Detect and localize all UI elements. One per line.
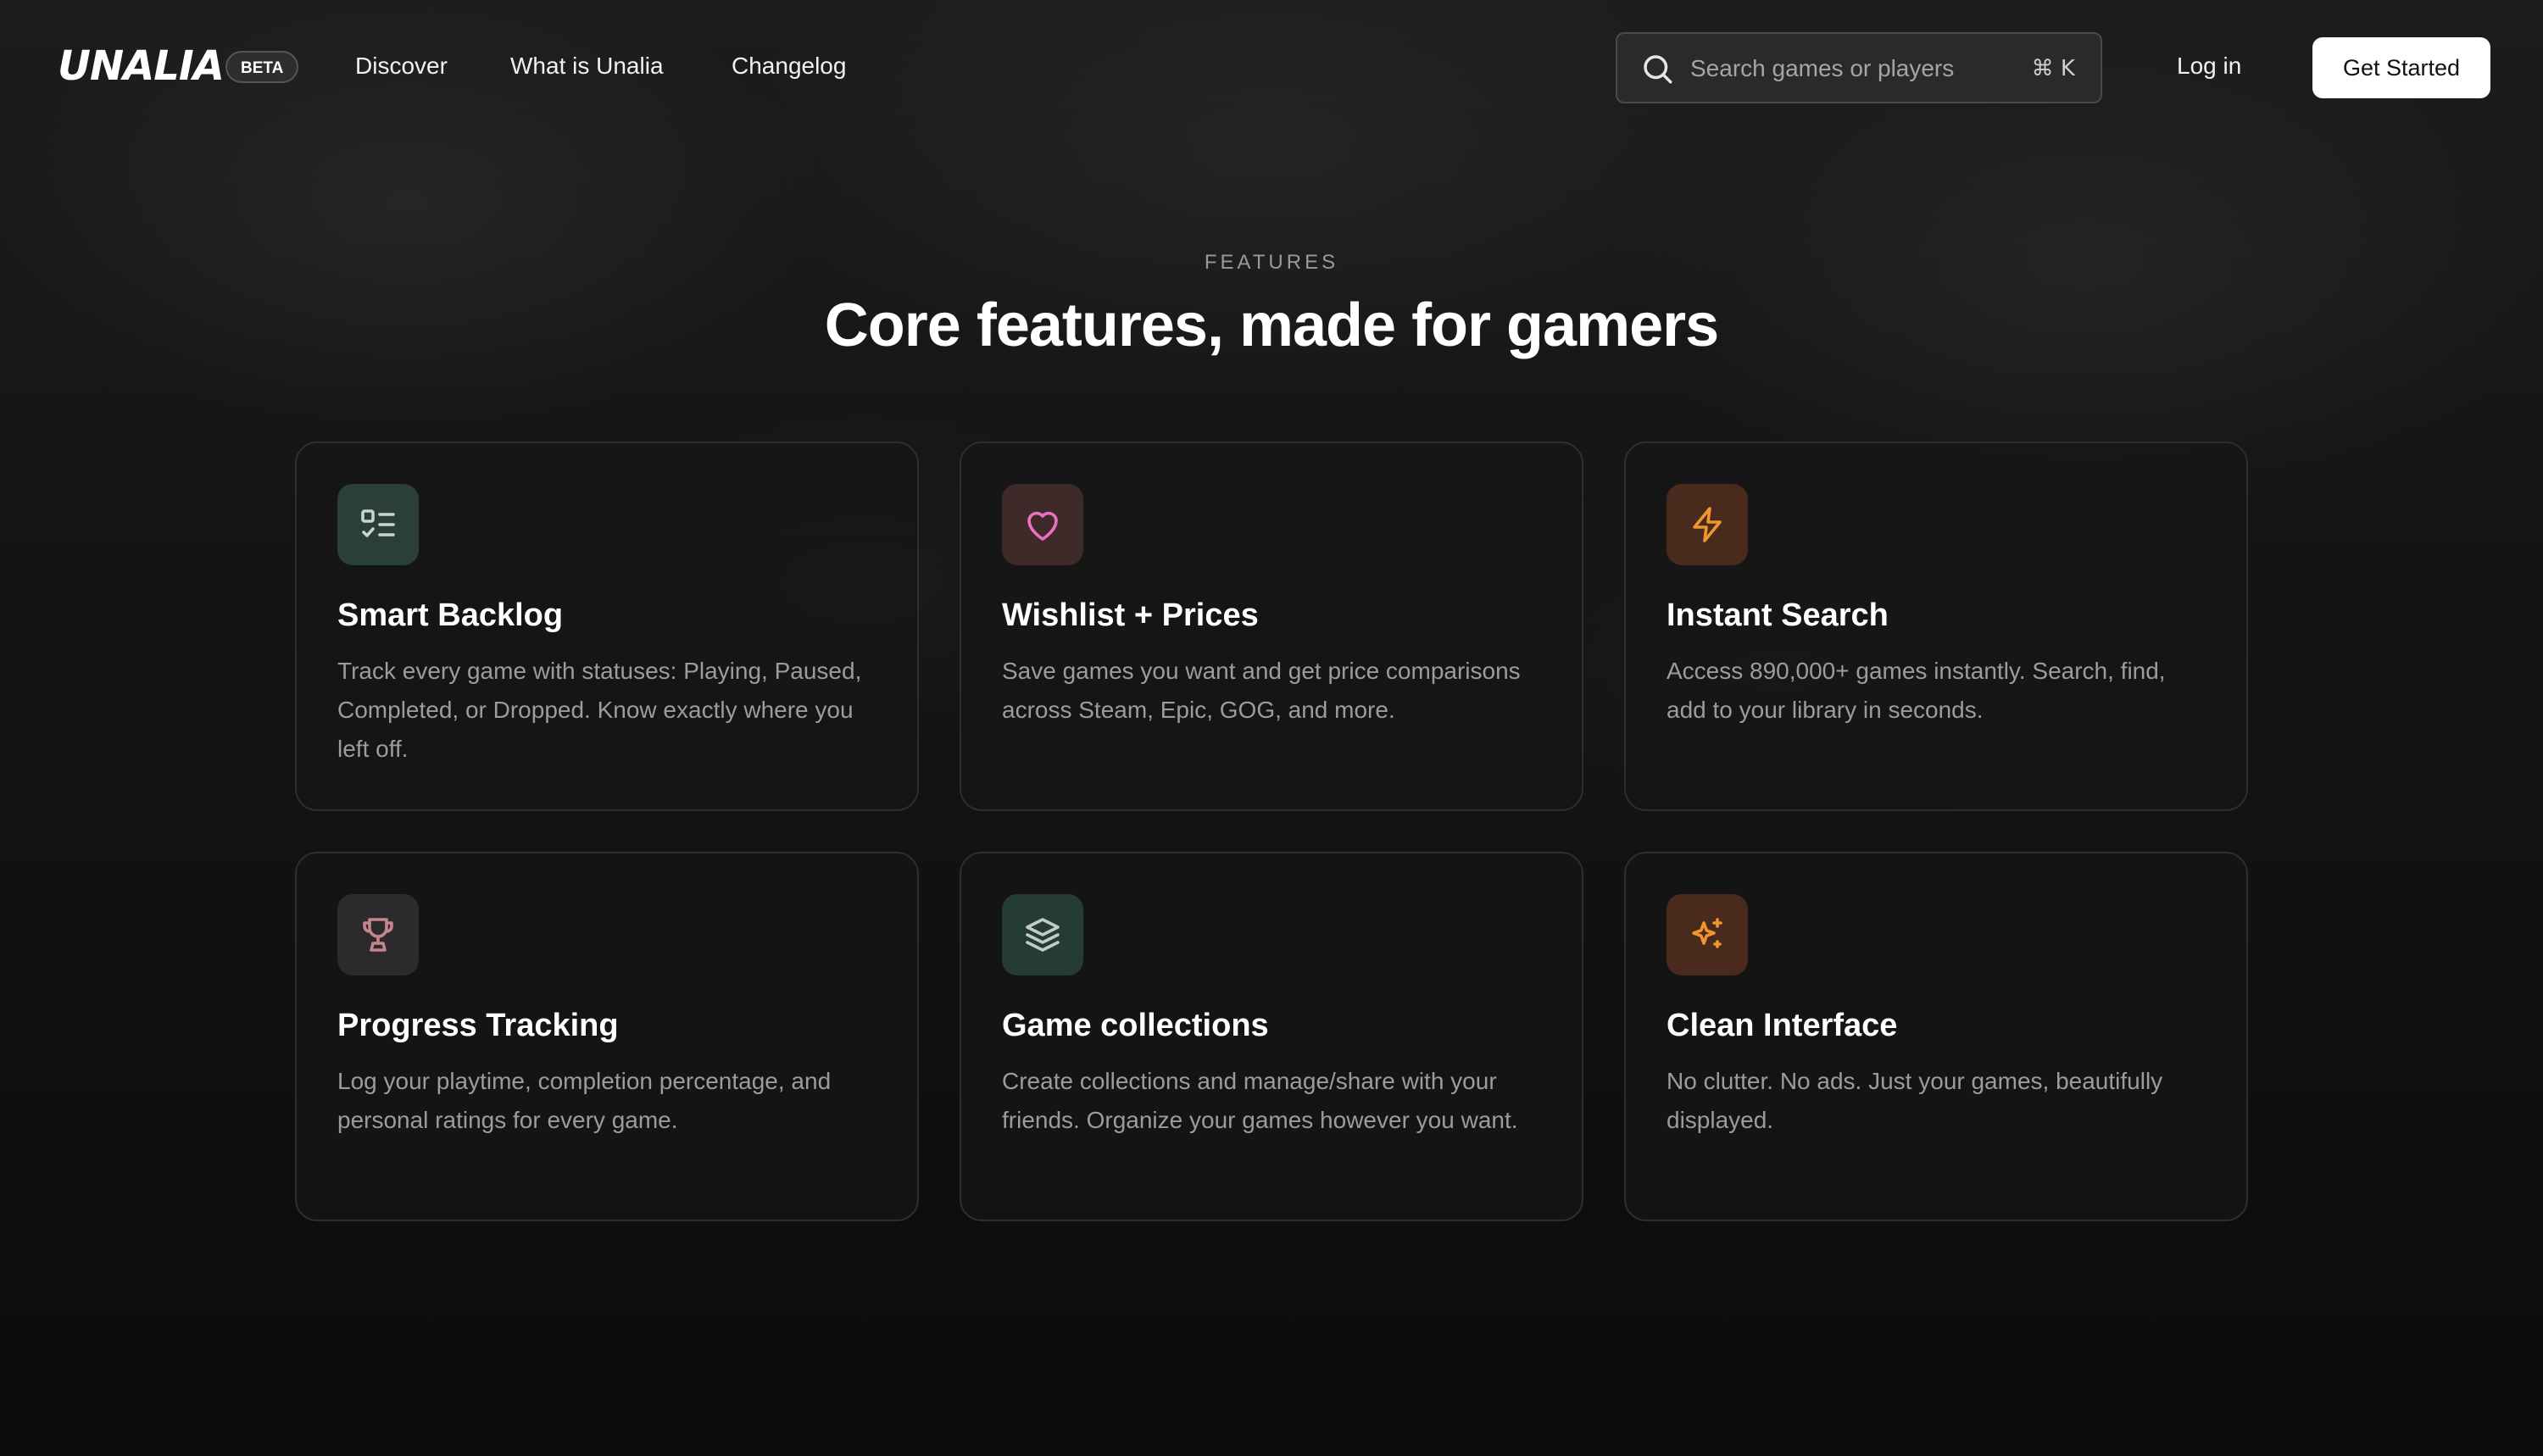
top-navigation: UNALIA BETA Discover What is Unalia Chan… xyxy=(0,0,2543,136)
section-title: Core features, made for gamers xyxy=(824,292,1719,359)
nav-link-what-is-unalia[interactable]: What is Unalia xyxy=(510,49,664,83)
unalia-logo[interactable]: UNALIA xyxy=(58,39,225,93)
layers-icon xyxy=(1026,918,1060,952)
trophy-icon xyxy=(363,918,393,952)
search-icon xyxy=(1644,55,1672,84)
feature-description: Log your playtime, completion percentage… xyxy=(337,1068,832,1133)
feature-card-smart-backlog: Smart Backlog Track every game with stat… xyxy=(295,442,919,811)
checklist-icon xyxy=(361,509,395,537)
search-input[interactable] xyxy=(1690,51,2012,86)
feature-title: Instant Search xyxy=(1667,597,1889,633)
feature-icon-container xyxy=(1667,894,1748,975)
login-link[interactable]: Log in xyxy=(2177,49,2241,83)
feature-icon-container xyxy=(1667,484,1748,565)
feature-title: Clean Interface xyxy=(1667,1008,1898,1043)
nav-link-discover[interactable]: Discover xyxy=(355,49,448,83)
feature-description: Access 890,000+ games instantly. Search,… xyxy=(1667,658,2166,723)
feature-description: Track every game with statuses: Playing,… xyxy=(337,658,862,762)
keyboard-shortcut-hint: ⌘ K xyxy=(2031,56,2075,81)
feature-icon-container xyxy=(1002,484,1083,565)
feature-icon-container xyxy=(337,484,419,565)
feature-title: Smart Backlog xyxy=(337,597,564,633)
feature-card-clean-interface: Clean Interface No clutter. No ads. Just… xyxy=(1624,852,2248,1221)
feature-card-instant-search: Instant Search Access 890,000+ games ins… xyxy=(1624,442,2248,811)
feature-description: Create collections and manage/share with… xyxy=(1002,1068,1518,1133)
nav-link-changelog[interactable]: Changelog xyxy=(732,49,846,83)
feature-card-progress-tracking: Progress Tracking Log your playtime, com… xyxy=(295,852,919,1221)
beta-badge: BETA xyxy=(225,51,299,83)
sparkles-icon xyxy=(1692,918,1722,948)
feature-description: Save games you want and get price compar… xyxy=(1002,658,1521,723)
feature-icon-container xyxy=(337,894,419,975)
get-started-button[interactable]: Get Started xyxy=(2312,37,2490,98)
search-bar[interactable]: ⌘ K xyxy=(1616,32,2102,103)
lightning-icon xyxy=(1693,507,1722,542)
feature-card-game-collections: Game collections Create collections and … xyxy=(960,852,1583,1221)
heart-icon xyxy=(1027,511,1058,541)
feature-card-wishlist-prices: Wishlist + Prices Save games you want an… xyxy=(960,442,1583,811)
feature-title: Game collections xyxy=(1002,1008,1269,1043)
features-page: UNALIA BETA Discover What is Unalia Chan… xyxy=(0,0,2543,1456)
feature-icon-container xyxy=(1002,894,1083,975)
feature-title: Progress Tracking xyxy=(337,1008,619,1043)
feature-title: Wishlist + Prices xyxy=(1002,597,1259,633)
feature-description: No clutter. No ads. Just your games, bea… xyxy=(1667,1068,2163,1133)
section-eyebrow: FEATURES xyxy=(1204,251,1339,274)
